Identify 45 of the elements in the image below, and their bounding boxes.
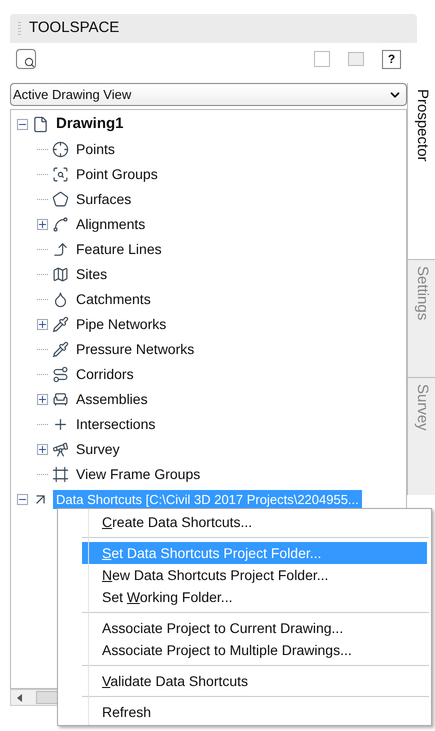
scroll-left-icon[interactable] [17,694,22,702]
tree-node-label[interactable]: Pipe Networks [73,314,170,335]
document-icon [32,116,49,133]
tree-node-label[interactable]: Corridors [73,364,137,385]
view-dropdown[interactable]: Active Drawing View [10,83,407,106]
menu-item[interactable]: Create Data Shortcuts... [82,511,427,533]
tree-node-label[interactable]: Pressure Networks [73,339,198,360]
expand-toggle[interactable] [37,319,48,330]
crosshair-icon [52,141,69,158]
tree-node-label[interactable]: Alignments [73,214,148,235]
expand-toggle[interactable] [37,219,48,230]
intersection-icon [52,416,69,433]
frame-icon [52,466,69,483]
panel-title: TOOLSPACE [29,18,120,38]
menu-item[interactable]: Set Working Folder... [82,586,427,608]
tree-node-label[interactable]: Catchments [73,289,154,310]
droplet-icon [52,291,69,308]
tree-node-label[interactable]: Point Groups [73,164,161,185]
curve-icon [52,216,69,233]
tree-node-label[interactable]: Sites [73,264,110,285]
expand-toggle[interactable] [37,394,48,405]
menu-item[interactable]: New Data Shortcuts Project Folder... [82,564,427,586]
grip-icon [18,22,21,36]
tree-node-label[interactable]: Intersections [73,414,158,435]
tripod-icon [52,441,69,458]
pentagon-icon [52,191,69,208]
menu-item[interactable]: Associate Project to Multiple Drawings... [82,639,427,661]
collapse-toggle[interactable] [17,119,28,130]
tree-node-label[interactable]: Points [73,139,118,160]
tree-node-label[interactable]: Drawing1 [53,113,127,136]
tree-node-label[interactable]: Survey [73,439,123,460]
help-button[interactable]: ? [382,50,401,68]
map-icon [52,266,69,283]
menu-item[interactable]: Refresh [82,701,427,723]
menu-item[interactable]: Associate Project to Current Drawing... [82,617,427,639]
tree-node-label[interactable]: Feature Lines [73,239,165,260]
tree-node-label[interactable]: View Frame Groups [73,464,204,485]
curved-arrow-icon [52,241,69,258]
search-drawing-icon[interactable] [16,49,36,69]
road-icon [52,366,69,383]
expand-toggle[interactable] [37,444,48,455]
tree-node-label[interactable]: Assemblies [73,389,151,410]
tree-node-label[interactable]: Surfaces [73,189,134,210]
menu-item[interactable]: Validate Data Shortcuts [82,670,427,692]
collapse-toggle[interactable] [17,494,28,505]
